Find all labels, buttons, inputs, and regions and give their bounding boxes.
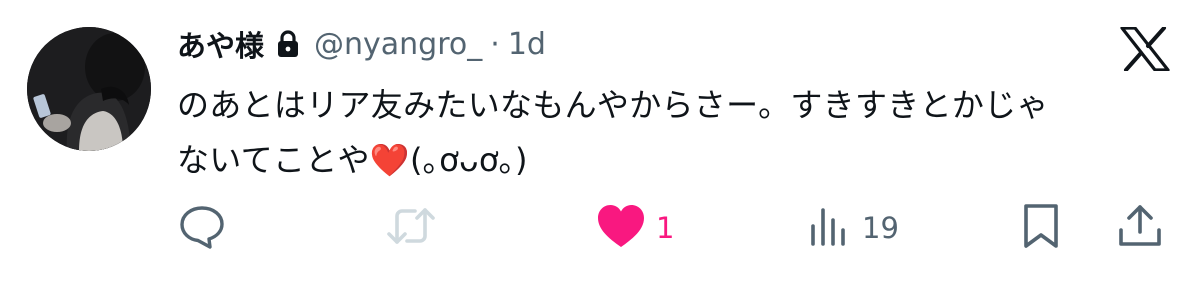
retweet-button[interactable]: [385, 200, 437, 256]
tweet-header: あや様 @nyangro_ · 1d: [177, 22, 546, 66]
views-icon: [808, 202, 852, 254]
timestamp[interactable]: 1d: [508, 27, 546, 62]
display-name[interactable]: あや様: [177, 23, 264, 65]
separator-dot: ·: [490, 26, 500, 62]
action-bar: 1 19: [0, 200, 1200, 256]
user-handle[interactable]: @nyangro_: [314, 27, 482, 62]
reply-icon: [178, 202, 226, 254]
heart-icon: [596, 203, 646, 253]
like-button[interactable]: 1: [596, 200, 674, 256]
bookmark-button[interactable]: [1020, 200, 1064, 256]
x-logo-icon: [1120, 26, 1170, 75]
share-icon: [1116, 202, 1164, 254]
like-count: 1: [656, 211, 675, 245]
tweet: あや様 @nyangro_ · 1d のあとはリア友みたいなもんやからさー。すき…: [0, 0, 1200, 296]
bookmark-icon: [1020, 202, 1064, 254]
lock-icon: [276, 30, 300, 58]
share-button[interactable]: [1116, 200, 1164, 256]
retweet-icon: [385, 202, 437, 254]
reply-button[interactable]: [178, 200, 226, 256]
tweet-text: のあとはリア友みたいなもんやからさー。すきすきとかじゃ ないてことや❤️(｡ơᴗ…: [177, 86, 1049, 179]
avatar[interactable]: [27, 27, 151, 151]
views-count: 19: [862, 211, 899, 245]
views-button[interactable]: 19: [808, 200, 899, 256]
